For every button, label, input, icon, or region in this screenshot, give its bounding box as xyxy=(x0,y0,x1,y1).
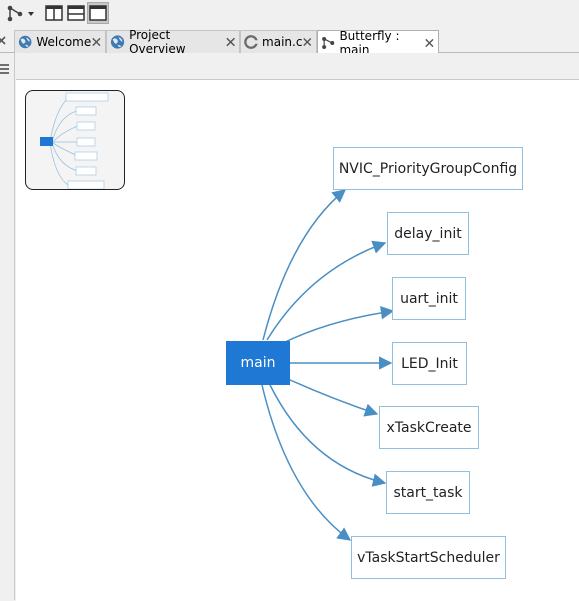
graph-node-main[interactable]: main xyxy=(226,341,290,385)
graph-node-nvic-prioritygroupconfig[interactable]: NVIC_PriorityGroupConfig xyxy=(333,147,523,190)
minimap-graph xyxy=(40,92,109,189)
graph-node-uart-init[interactable]: uart_init xyxy=(392,277,466,320)
edge-main-start-task xyxy=(269,384,387,487)
graph-node-led-init[interactable]: LED_Init xyxy=(392,342,467,385)
graph-node-start-task[interactable]: start_task xyxy=(386,471,470,514)
graph-node-delay-init[interactable]: delay_init xyxy=(387,212,469,255)
edge-main-uart-init xyxy=(282,306,395,344)
graph-node-vtaskstartscheduler[interactable]: vTaskStartScheduler xyxy=(351,536,506,579)
graph-node-xtaskcreate[interactable]: xTaskCreate xyxy=(379,406,479,449)
graph-minimap[interactable] xyxy=(25,90,125,190)
edge-main-xtaskcreate xyxy=(287,378,379,417)
edge-main-nvic xyxy=(262,189,347,341)
